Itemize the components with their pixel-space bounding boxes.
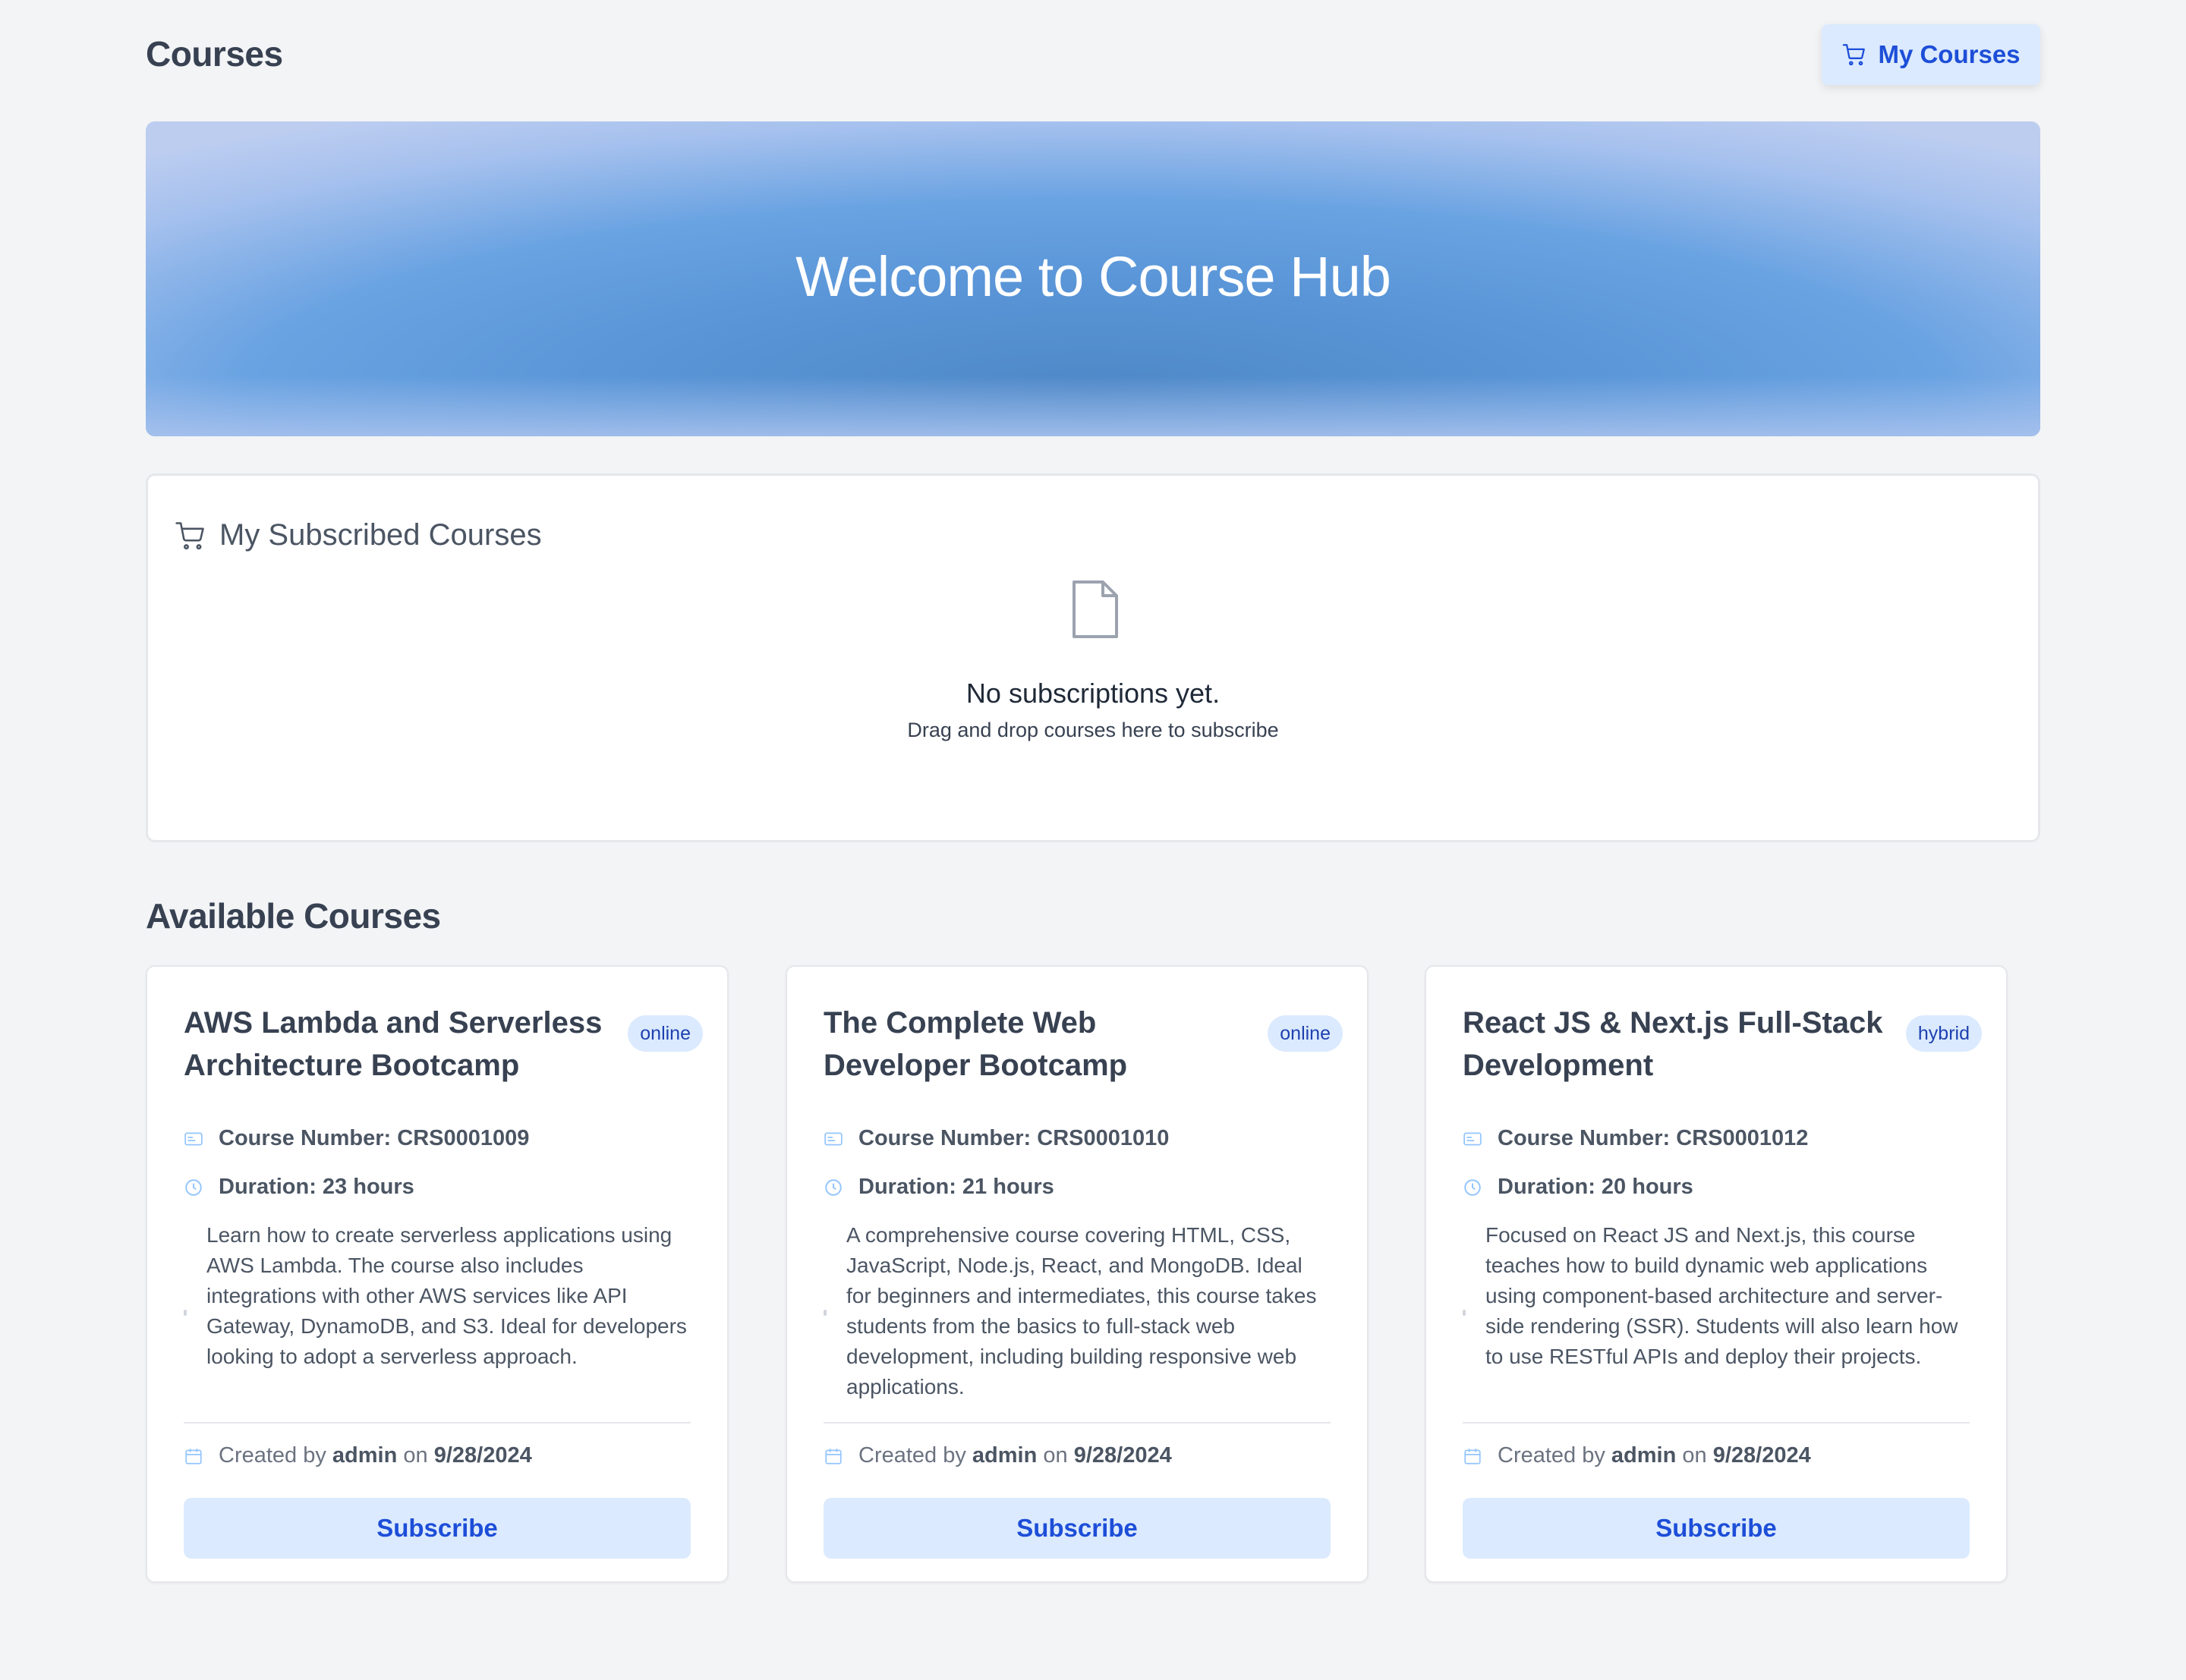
clock-icon: [185, 1178, 202, 1196]
course-mode-badge: online: [628, 1015, 703, 1052]
created-info: Created by admin on 9/28/2024: [1463, 1443, 1811, 1468]
page: Courses My Courses Welcome to Course Hub…: [0, 0, 2186, 1680]
header: Courses My Courses: [146, 0, 2040, 114]
shopping-cart-icon: [175, 521, 204, 549]
created-prefix: Created by: [858, 1443, 966, 1468]
my-courses-label: My Courses: [1878, 40, 2021, 68]
subscribe-button[interactable]: Subscribe: [184, 1498, 691, 1559]
calendar-icon: [825, 1448, 842, 1464]
created-prefix: Created by: [1498, 1443, 1605, 1468]
subscribe-button[interactable]: Subscribe: [824, 1498, 1331, 1559]
course-number-text: Course Number: CRS0001012: [1498, 1126, 1809, 1150]
description-marker: [1463, 1310, 1466, 1316]
course-duration: Duration: 20 hours: [1463, 1175, 1693, 1200]
created-by: admin: [332, 1443, 398, 1468]
divider: [184, 1422, 691, 1424]
subscribe-button[interactable]: Subscribe: [1463, 1498, 1970, 1559]
course-number-text: Course Number: CRS0001009: [219, 1126, 530, 1150]
subscribed-header: My Subscribed Courses: [174, 518, 542, 552]
course-card[interactable]: React JS & Next.js Full-Stack Developmen…: [1425, 965, 2008, 1583]
course-card[interactable]: AWS Lambda and Serverless Architecture B…: [146, 965, 729, 1583]
course-description: Focused on React JS and Next.js, this co…: [1485, 1223, 1958, 1368]
course-title: React JS & Next.js Full-Stack Developmen…: [1463, 1006, 1883, 1082]
calendar-icon: [185, 1448, 202, 1464]
course-description: Learn how to create serverless applicati…: [206, 1223, 687, 1368]
hero-title: Welcome to Course Hub: [795, 245, 1391, 308]
course-mode-badge: hybrid: [1905, 1015, 1982, 1052]
page-title: Courses: [146, 34, 283, 74]
created-info: Created by admin on 9/28/2024: [184, 1443, 532, 1468]
created-on-prefix: on: [1043, 1443, 1068, 1468]
created-by: admin: [1611, 1443, 1677, 1468]
created-date: 9/28/2024: [1712, 1443, 1811, 1468]
clock-icon: [825, 1178, 842, 1196]
course-duration: Duration: 21 hours: [824, 1175, 1054, 1200]
created-date: 9/28/2024: [1073, 1443, 1172, 1468]
document-icon: [1073, 580, 1118, 638]
available-courses-title: Available Courses: [146, 896, 441, 936]
description-marker: [824, 1310, 827, 1316]
empty-state-subtitle: Drag and drop courses here to subscribe: [907, 719, 1279, 741]
course-number: Course Number: CRS0001009: [184, 1126, 529, 1151]
hero-banner: Welcome to Course Hub: [146, 121, 2040, 436]
course-number: Course Number: CRS0001012: [1463, 1126, 1808, 1151]
course-number: Course Number: CRS0001010: [824, 1126, 1169, 1151]
course-duration-text: Duration: 21 hours: [858, 1175, 1054, 1199]
empty-state-title: No subscriptions yet.: [965, 678, 1221, 709]
id-card-icon: [1463, 1132, 1482, 1145]
created-date: 9/28/2024: [433, 1443, 532, 1468]
id-card-icon: [824, 1132, 843, 1145]
created-prefix: Created by: [219, 1443, 326, 1468]
course-duration-text: Duration: 20 hours: [1498, 1175, 1693, 1199]
calendar-icon: [1464, 1448, 1481, 1464]
course-duration: Duration: 23 hours: [184, 1175, 414, 1200]
course-card[interactable]: The Complete Web Developer Bootcamp onli…: [786, 965, 1369, 1583]
divider: [1463, 1422, 1970, 1424]
course-title: AWS Lambda and Serverless Architecture B…: [184, 1006, 603, 1082]
created-on-prefix: on: [1682, 1443, 1707, 1468]
course-duration-text: Duration: 23 hours: [219, 1175, 414, 1199]
course-title: The Complete Web Developer Bootcamp: [824, 1006, 1128, 1082]
course-description: A comprehensive course covering HTML, CS…: [846, 1223, 1317, 1398]
divider: [824, 1422, 1331, 1424]
clock-icon: [1464, 1178, 1481, 1196]
shopping-cart-icon: [1843, 44, 1866, 66]
course-mode-badge: online: [1268, 1015, 1343, 1052]
created-info: Created by admin on 9/28/2024: [824, 1443, 1172, 1468]
description-marker: [184, 1310, 187, 1316]
created-by: admin: [972, 1443, 1038, 1468]
subscribed-title: My Subscribed Courses: [219, 518, 542, 552]
created-on-prefix: on: [403, 1443, 428, 1468]
id-card-icon: [184, 1132, 203, 1145]
subscribed-courses-dropzone[interactable]: My Subscribed Courses No subscriptions y…: [146, 473, 2040, 842]
my-courses-button[interactable]: My Courses: [1822, 24, 2040, 85]
course-number-text: Course Number: CRS0001010: [858, 1126, 1170, 1150]
